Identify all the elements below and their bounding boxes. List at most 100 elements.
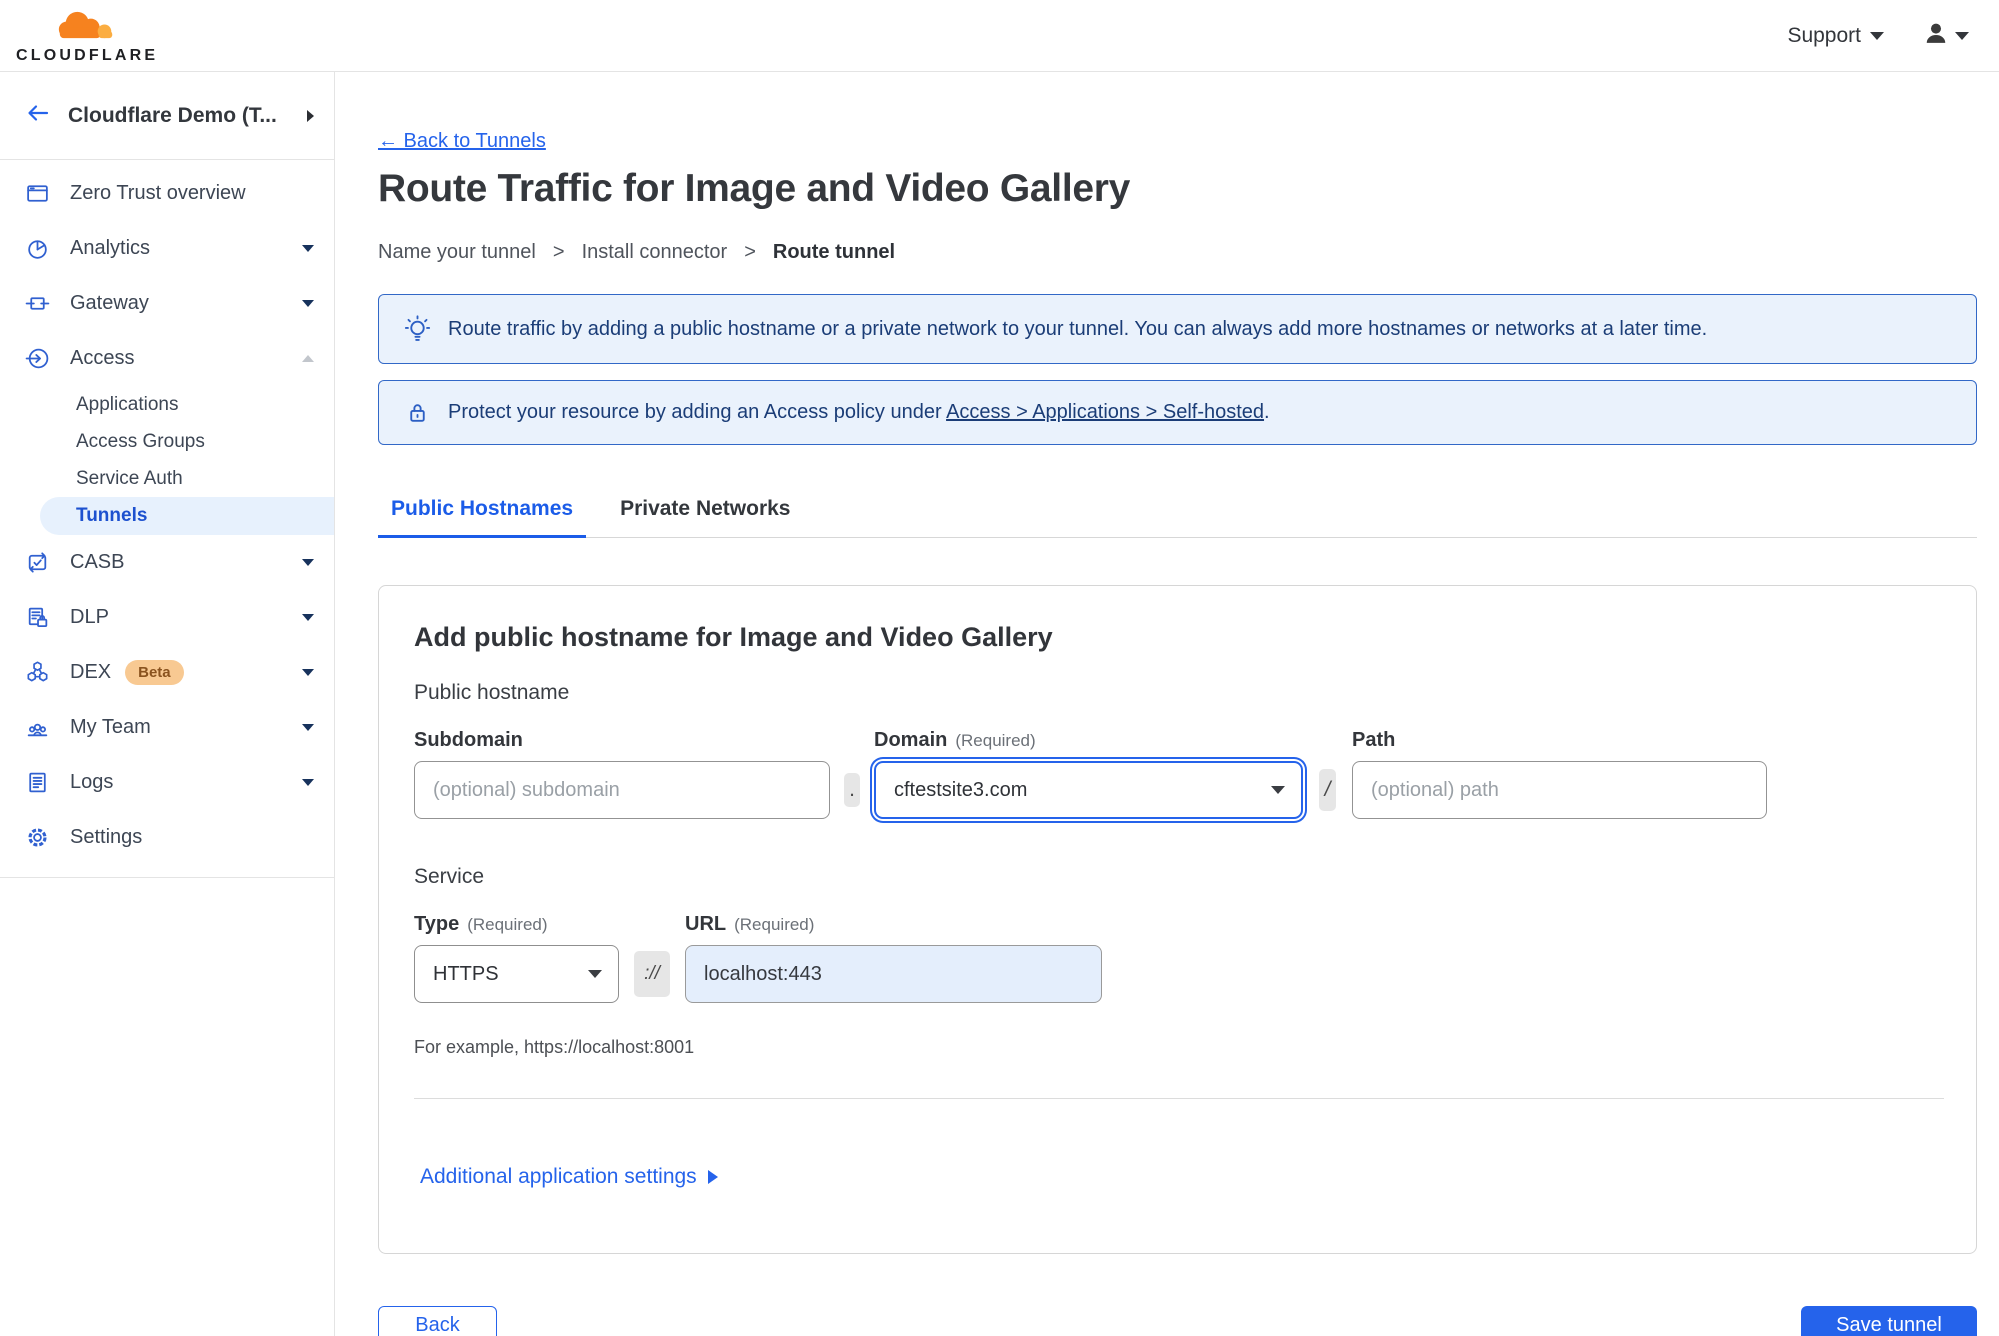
back-button[interactable]: Back — [378, 1306, 497, 1336]
main-content: ← Back to Tunnels Route Traffic for Imag… — [335, 72, 1999, 1336]
caret-down-icon — [1870, 31, 1884, 40]
gear-icon — [24, 825, 50, 851]
service-section-label: Service — [414, 865, 485, 888]
step-separator: > — [744, 241, 756, 263]
domain-select[interactable]: cftestsite3.com — [874, 761, 1303, 819]
sidebar-item-analytics[interactable]: Analytics — [0, 221, 334, 276]
sidebar-item-casb[interactable]: CASB — [0, 535, 334, 590]
page-title: Route Traffic for Image and Video Galler… — [378, 167, 1131, 210]
subdomain-label: Subdomain — [414, 729, 523, 751]
user-icon — [1924, 21, 1948, 50]
sidebar-item-applications[interactable]: Applications — [0, 386, 334, 423]
top-bar: CLOUDFLARE Support — [0, 0, 1999, 72]
cloudflare-wordmark: CLOUDFLARE — [16, 47, 159, 64]
sidebar-item-my-team[interactable]: My Team — [0, 700, 334, 755]
lightbulb-icon — [403, 314, 431, 344]
sidebar-item-tunnels[interactable]: Tunnels — [40, 497, 334, 535]
sidebar-item-label: DEX Beta — [70, 660, 282, 685]
cloudflare-logo[interactable]: CLOUDFLARE — [16, 8, 158, 65]
footer-actions: Back Save tunnel — [378, 1306, 1977, 1336]
access-banner-suffix: . — [1264, 401, 1270, 423]
required-hint: (Required) — [467, 915, 548, 934]
sidebar-item-label: DLP — [70, 606, 109, 628]
step-name-your-tunnel[interactable]: Name your tunnel — [378, 241, 536, 264]
subdomain-input[interactable] — [414, 761, 830, 819]
user-menu[interactable] — [1924, 21, 1969, 50]
public-hostname-section-label: Public hostname — [414, 681, 570, 704]
service-type-value: HTTPS — [433, 962, 499, 985]
casb-icon — [24, 550, 50, 576]
sidebar-item-label: CASB — [70, 551, 125, 573]
back-arrow-icon[interactable] — [26, 103, 50, 128]
service-url-input[interactable] — [685, 945, 1102, 1003]
caret-down-icon — [302, 669, 314, 676]
service-type-select[interactable]: HTTPS — [414, 945, 619, 1003]
caret-down-icon — [1955, 31, 1969, 40]
save-tunnel-button[interactable]: Save tunnel — [1801, 1306, 1977, 1336]
support-menu[interactable]: Support — [1787, 24, 1884, 48]
additional-settings-label: Additional application settings — [420, 1165, 697, 1188]
sidebar-item-gateway[interactable]: Gateway — [0, 276, 334, 331]
dropdown-arrow-icon — [1271, 786, 1285, 794]
sidebar-item-service-auth[interactable]: Service Auth — [0, 460, 334, 497]
overview-icon — [24, 181, 50, 207]
chevron-right-icon[interactable] — [307, 109, 314, 122]
sidebar-item-label: Gateway — [70, 292, 149, 314]
dex-icon — [24, 660, 50, 686]
team-icon — [24, 715, 50, 741]
caret-down-icon — [302, 614, 314, 621]
sidebar-item-text: DEX — [70, 661, 112, 683]
domain-selected-value: cftestsite3.com — [894, 778, 1028, 801]
info-banner-route-traffic: Route traffic by adding a public hostnam… — [378, 294, 1977, 364]
additional-application-settings-toggle[interactable]: Additional application settings — [420, 1165, 718, 1189]
support-label: Support — [1787, 23, 1861, 47]
dot-separator: . — [844, 773, 860, 807]
access-icon — [24, 346, 50, 372]
back-to-tunnels-link[interactable]: ← Back to Tunnels — [378, 130, 546, 153]
sidebar-subitem-label: Service Auth — [76, 467, 183, 489]
sidebar: Cloudflare Demo (T... Zero Trust overvie… — [0, 72, 335, 1336]
sidebar-subitem-label: Access Groups — [76, 430, 205, 452]
sidebar-item-label: Analytics — [70, 237, 151, 259]
path-input[interactable] — [1352, 761, 1767, 819]
dropdown-arrow-icon — [588, 970, 602, 978]
sidebar-item-label: Settings — [70, 826, 143, 848]
caret-down-icon — [302, 559, 314, 566]
sidebar-item-dlp[interactable]: DLP — [0, 590, 334, 645]
sidebar-item-dex[interactable]: DEX Beta — [0, 645, 334, 700]
sidebar-divider — [0, 877, 334, 878]
hostname-tabs: Public Hostnames Private Networks — [378, 497, 1977, 538]
sidebar-subitem-label: Applications — [76, 393, 179, 415]
step-install-connector[interactable]: Install connector — [582, 241, 728, 264]
type-label: Type (Required) — [414, 913, 619, 936]
sidebar-item-access-groups[interactable]: Access Groups — [0, 423, 334, 460]
caret-down-icon — [302, 779, 314, 786]
sidebar-subitem-label: Tunnels — [76, 505, 148, 526]
tab-public-hostnames[interactable]: Public Hostnames — [378, 497, 587, 538]
domain-label-text: Domain — [874, 729, 948, 751]
info-banner-text: Route traffic by adding a public hostnam… — [448, 317, 1708, 340]
sidebar-item-settings[interactable]: Settings — [0, 810, 334, 865]
url-example-hint: For example, https://localhost:8001 — [414, 1037, 695, 1057]
hostname-fields-row: Subdomain . Domain (Required) cftestsite3… — [414, 729, 1944, 819]
slash-separator: / — [1319, 769, 1336, 811]
gateway-icon — [24, 291, 50, 317]
sidebar-item-zero-trust-overview[interactable]: Zero Trust overview — [0, 166, 334, 221]
caret-down-icon — [302, 245, 314, 252]
sidebar-item-logs[interactable]: Logs — [0, 755, 334, 810]
sidebar-account-header: Cloudflare Demo (T... — [0, 72, 334, 160]
sidebar-item-access[interactable]: Access — [0, 331, 334, 386]
dlp-icon — [24, 605, 50, 631]
step-separator: > — [552, 241, 565, 263]
lock-icon — [403, 400, 431, 425]
sidebar-item-label: Access — [70, 347, 135, 369]
beta-badge: Beta — [125, 660, 184, 685]
account-name: Cloudflare Demo (T... — [68, 103, 277, 127]
tab-private-networks[interactable]: Private Networks — [607, 497, 803, 537]
required-hint: (Required) — [734, 915, 815, 934]
wizard-breadcrumb: Name your tunnel > Install connector > R… — [378, 241, 1977, 264]
scheme-separator: :// — [634, 951, 670, 997]
caret-down-icon — [302, 724, 314, 731]
access-applications-self-hosted-link[interactable]: Access > Applications > Self-hosted — [946, 401, 1264, 423]
analytics-icon — [24, 236, 50, 262]
